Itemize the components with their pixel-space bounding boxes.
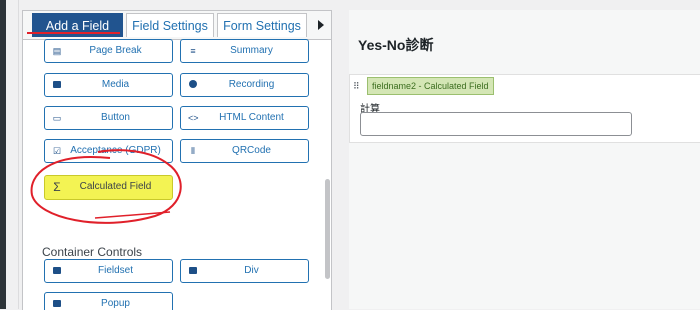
container-controls-heading: Container Controls	[42, 245, 143, 259]
code-icon: <>	[188, 113, 199, 123]
field-button-media[interactable]: Media	[44, 73, 173, 97]
tab-form-settings[interactable]: Form Settings	[217, 13, 307, 37]
field-button-popup[interactable]: Popup	[44, 292, 173, 310]
field-button-div[interactable]: Div	[180, 259, 309, 283]
calculated-field-input[interactable]	[360, 112, 632, 136]
calculated-field-container[interactable]: ⠿ fieldname2 - Calculated Field 計算	[349, 74, 700, 143]
field-button-acceptance[interactable]: ☑ Acceptance (GDPR)	[44, 139, 173, 163]
media-icon	[52, 80, 62, 90]
form-preview: Yes-No診断 ⠿ fieldname2 - Calculated Field…	[349, 10, 700, 309]
tab-field-settings[interactable]: Field Settings	[126, 13, 214, 37]
drag-handle-icon[interactable]: ⠿	[353, 82, 360, 91]
tab-add-field[interactable]: Add a Field	[32, 13, 123, 37]
sigma-icon: Σ	[53, 180, 61, 194]
field-button-html-content[interactable]: <> HTML Content	[180, 106, 309, 130]
form-title: Yes-No診断	[358, 37, 434, 53]
popup-icon	[52, 299, 62, 309]
field-button-page-break[interactable]: ▤ Page Break	[44, 39, 173, 63]
button-icon: ▭	[52, 113, 62, 123]
field-button-summary[interactable]: ≡ Summary	[180, 39, 309, 63]
page-break-icon: ▤	[52, 46, 62, 56]
palette-scrollbar[interactable]	[325, 179, 330, 279]
div-icon	[188, 266, 198, 276]
recording-icon	[188, 80, 198, 90]
field-button-fieldset[interactable]: Fieldset	[44, 259, 173, 283]
field-button-button[interactable]: ▭ Button	[44, 106, 173, 130]
checkbox-icon: ☑	[52, 146, 62, 156]
qrcode-icon: ⦀	[191, 146, 195, 156]
fieldset-icon	[52, 266, 62, 276]
builder-panel: Add a Field Field Settings Form Settings…	[22, 10, 332, 310]
summary-icon: ≡	[190, 46, 196, 56]
field-button-qrcode[interactable]: ⦀ QRCode	[180, 139, 309, 163]
field-name-tag: fieldname2 - Calculated Field	[367, 77, 494, 95]
field-button-calculated-field[interactable]: Σ Calculated Field	[44, 175, 173, 200]
builder-tabs: Add a Field Field Settings Form Settings	[23, 11, 331, 40]
field-palette: ▤ Page Break ≡ Summary Media Recording ▭…	[23, 39, 331, 310]
admin-sidebar-gutter	[6, 0, 19, 309]
field-button-recording[interactable]: Recording	[180, 73, 309, 97]
tabs-next-arrow-icon[interactable]	[313, 13, 329, 37]
